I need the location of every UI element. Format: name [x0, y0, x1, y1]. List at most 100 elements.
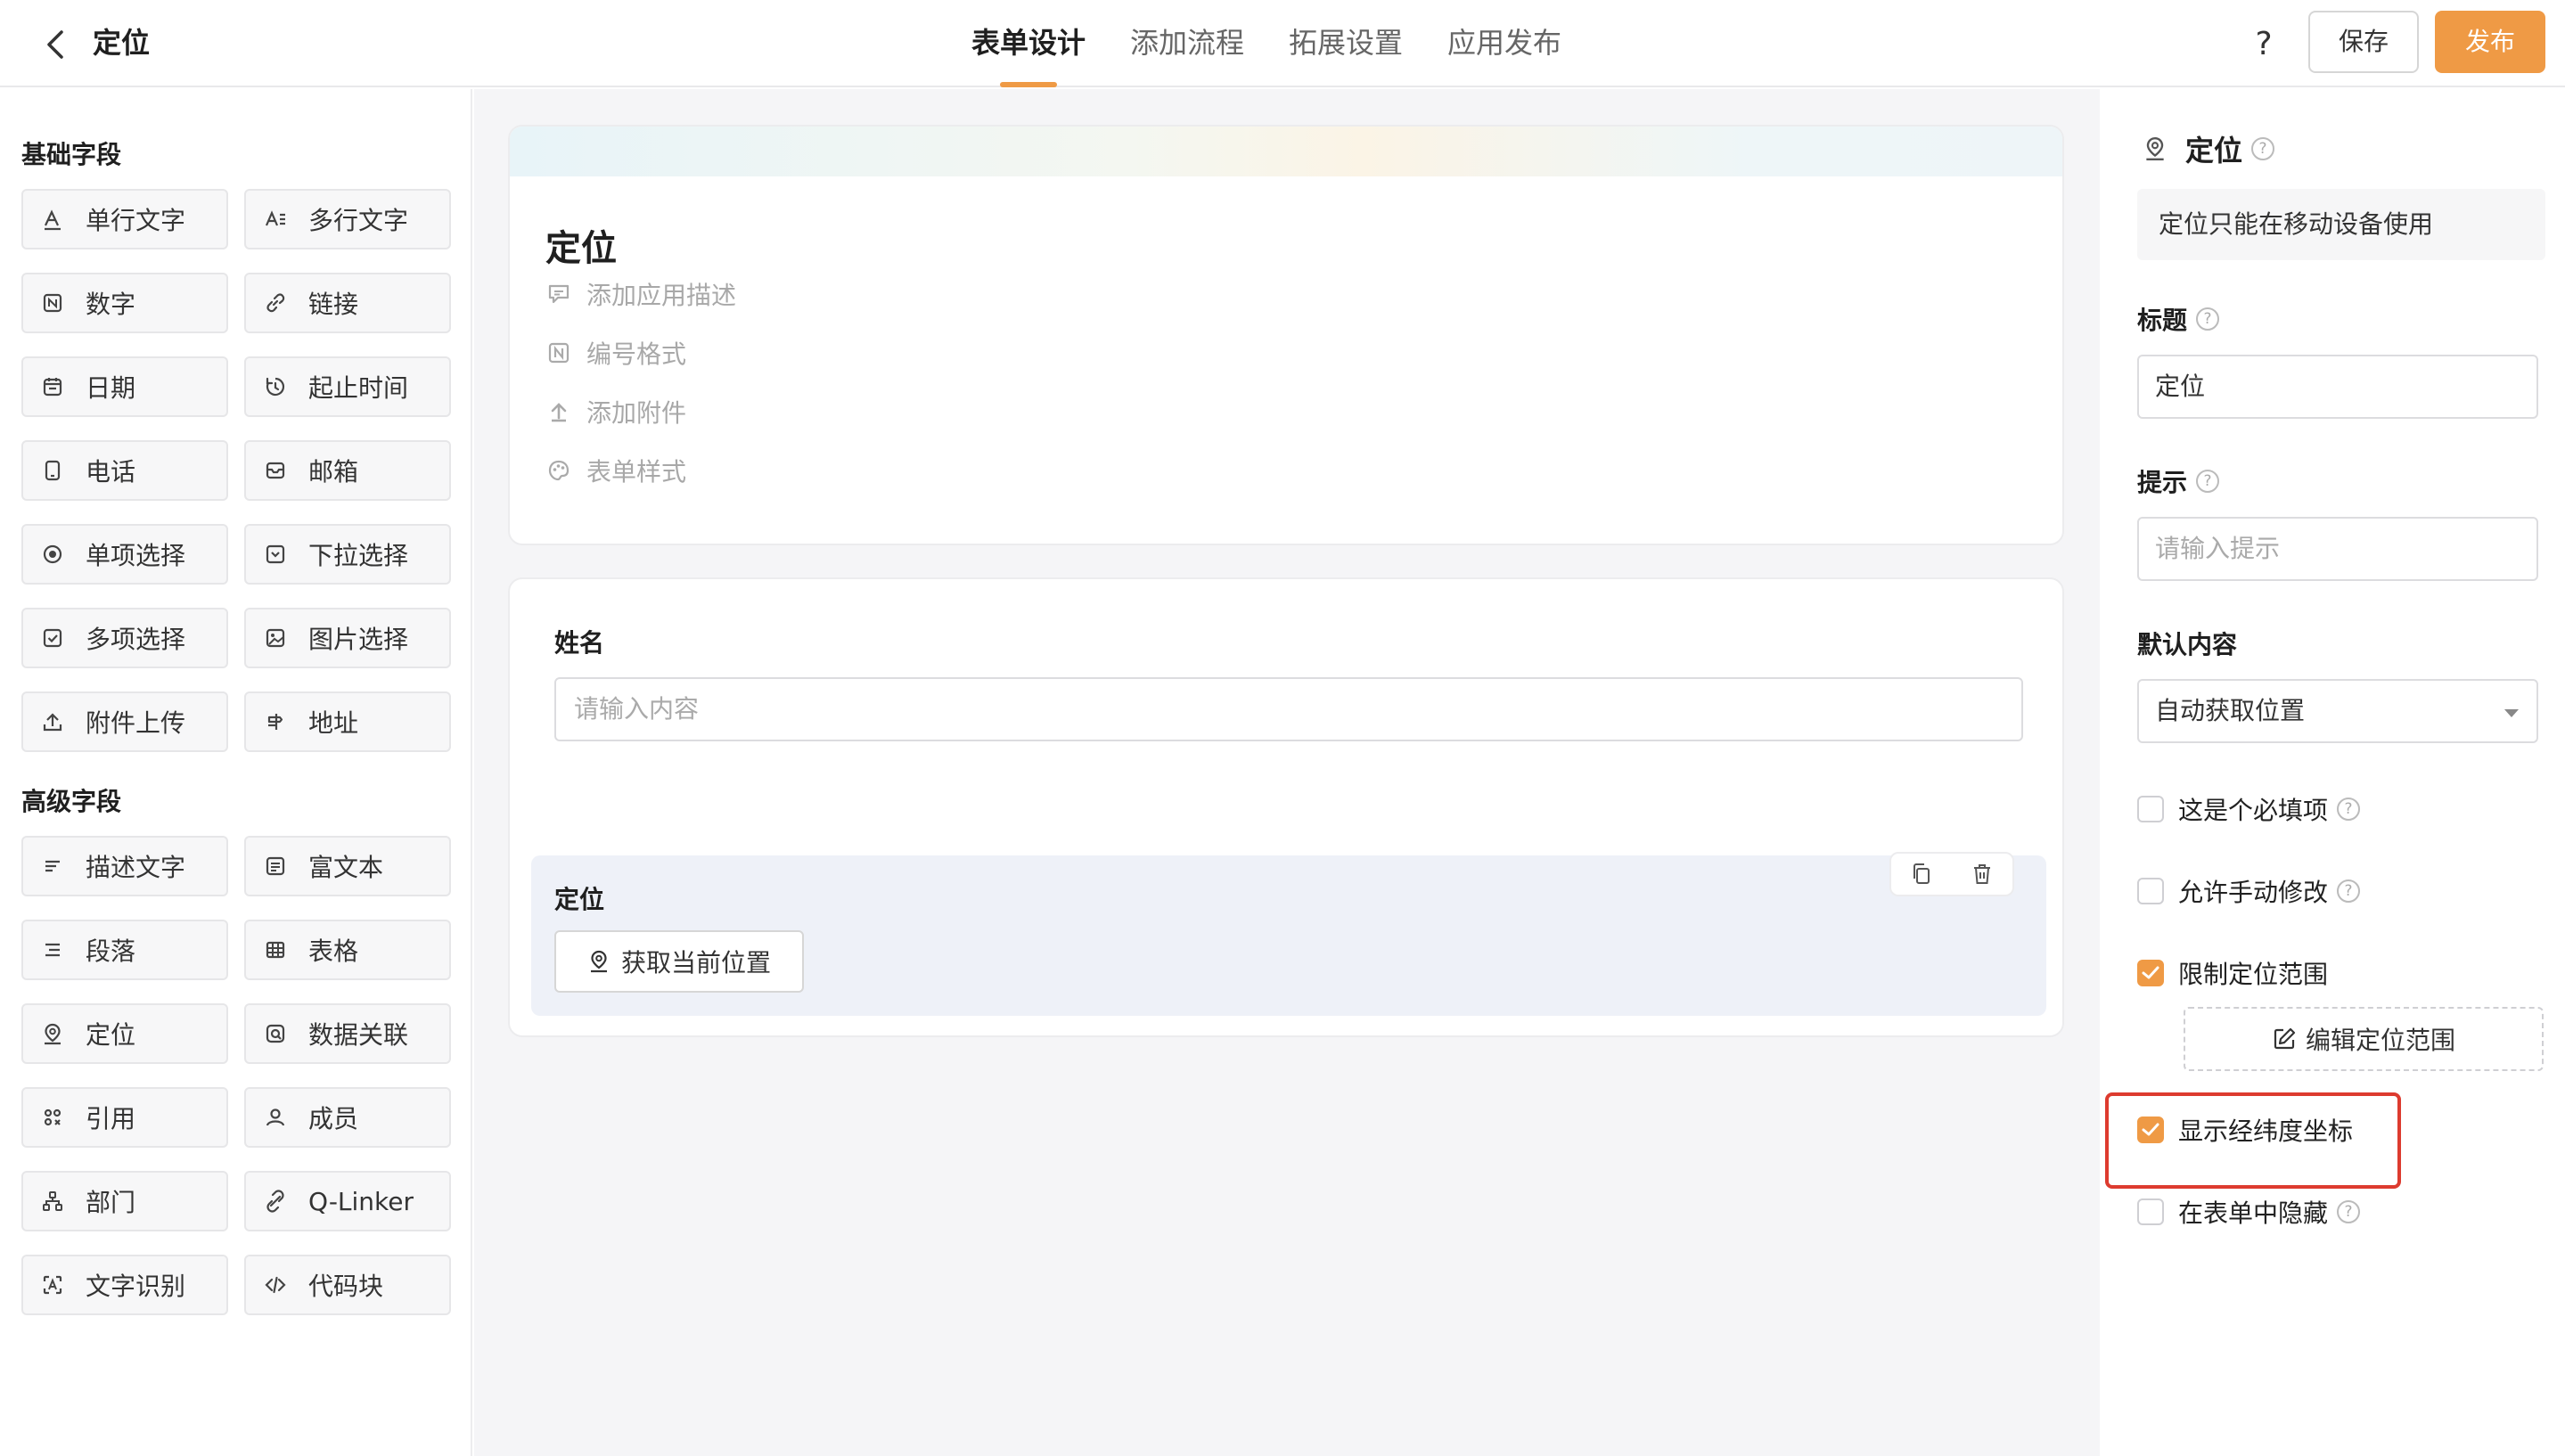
location-pin-icon [590, 950, 607, 973]
field-type-multi-line-text-button[interactable]: 多行文字 [244, 189, 451, 249]
field-type-q-linker-button[interactable]: Q-Linker [244, 1171, 451, 1231]
save-button[interactable]: 保存 [2308, 11, 2419, 73]
default-content-select[interactable]: 自动获取位置 [2137, 679, 2538, 743]
help-circle-icon[interactable]: ? [2196, 307, 2220, 331]
hint-input[interactable]: 请输入提示 [2137, 517, 2538, 581]
name-field-label: 姓名 [554, 628, 605, 658]
tab-form-design[interactable]: 表单设计 [971, 0, 1086, 87]
get-current-location-button[interactable]: 获取当前位置 [554, 930, 804, 993]
allow-manual-edit-checkbox[interactable]: 允许手动修改 ? [2137, 873, 2361, 909]
field-type-label: 多项选择 [86, 625, 186, 654]
mail-icon [262, 457, 289, 484]
field-type-rich-text-button[interactable]: 富文本 [244, 836, 451, 896]
add-attachment-link[interactable]: 添加附件 [545, 394, 686, 429]
help-circle-icon[interactable]: ? [2196, 470, 2220, 493]
field-type-label: 日期 [86, 373, 136, 403]
delete-icon[interactable] [1969, 861, 1995, 888]
field-type-label: 部门 [86, 1188, 136, 1217]
field-type-reference-button[interactable]: 引用 [21, 1087, 228, 1148]
main-tabs: 表单设计 添加流程 拓展设置 应用发布 [971, 0, 1561, 87]
field-type-checkbox-button[interactable]: 多项选择 [21, 608, 228, 668]
field-type-label: 代码块 [308, 1272, 384, 1301]
help-circle-icon[interactable]: ? [2337, 798, 2361, 821]
publish-button[interactable]: 发布 [2435, 11, 2545, 73]
basic-fields-title: 基础字段 [21, 140, 122, 169]
active-tab-indicator [1000, 82, 1057, 87]
tab-add-workflow[interactable]: 添加流程 [1130, 0, 1244, 87]
field-type-member-button[interactable]: 成员 [244, 1087, 451, 1148]
tab-extension-settings[interactable]: 拓展设置 [1289, 0, 1403, 87]
field-type-link-button[interactable]: 链接 [244, 273, 451, 333]
field-type-image-button[interactable]: 图片选择 [244, 608, 451, 668]
required-checkbox[interactable]: 这是个必填项 ? [2137, 791, 2361, 827]
limit-location-range-checkbox[interactable]: 限制定位范围 [2137, 955, 2328, 991]
field-type-radio-button[interactable]: 单项选择 [21, 524, 228, 585]
code-icon [262, 1272, 289, 1298]
number-format-icon [545, 339, 572, 366]
name-field-input[interactable]: 请输入内容 [554, 677, 2023, 741]
time-range-icon [262, 373, 289, 400]
field-type-calendar-button[interactable]: 日期 [21, 356, 228, 417]
field-type-label: 链接 [308, 290, 359, 319]
add-description-link[interactable]: 添加应用描述 [545, 276, 736, 312]
field-type-address-button[interactable]: 地址 [244, 691, 451, 752]
edit-icon [2274, 1027, 2296, 1050]
link-icon [262, 290, 289, 316]
hide-in-form-checkbox[interactable]: 在表单中隐藏 ? [2137, 1194, 2361, 1230]
number-format-link[interactable]: 编号格式 [545, 335, 686, 371]
form-style-link[interactable]: 表单样式 [545, 453, 686, 488]
member-icon [262, 1104, 289, 1131]
form-header-card: 定位 添加应用描述 编号格式 添加附件 表单样式 [508, 125, 2064, 545]
calendar-icon [39, 373, 66, 400]
title-input[interactable]: 定位 [2137, 355, 2538, 419]
field-type-single-line-text-button[interactable]: 单行文字 [21, 189, 228, 249]
field-palette-sidebar: 基础字段 单行文字 多行文字数字 链接日期 起止时间电话 邮箱单项选择 下拉选择多项选择 图… [0, 89, 472, 1456]
field-type-mail-button[interactable]: 邮箱 [244, 440, 451, 501]
field-type-label: 邮箱 [308, 457, 359, 487]
basic-fields-grid: 单行文字 多行文字数字 链接日期 起止时间电话 邮箱单项选择 下拉选择多项选择 图片选择 附件… [21, 189, 451, 752]
help-circle-icon[interactable]: ? [2337, 1200, 2361, 1223]
tab-app-publish[interactable]: 应用发布 [1447, 0, 1561, 87]
field-type-paragraph-button[interactable]: 段落 [21, 920, 228, 980]
field-type-description-button[interactable]: 描述文字 [21, 836, 228, 896]
field-type-label: 富文本 [308, 853, 384, 882]
q-linker-icon [262, 1188, 289, 1215]
field-type-time-range-button[interactable]: 起止时间 [244, 356, 451, 417]
help-icon[interactable]: ? [2241, 21, 2287, 68]
field-type-label: 文字识别 [86, 1272, 186, 1301]
highlight-box [2105, 1092, 2401, 1189]
field-type-ocr-button[interactable]: 文字识别 [21, 1255, 228, 1315]
phone-icon [39, 457, 66, 484]
field-type-department-button[interactable]: 部门 [21, 1171, 228, 1231]
checkbox-icon [39, 625, 66, 651]
checkbox-unchecked-icon [2137, 878, 2164, 904]
data-link-icon [262, 1020, 289, 1047]
help-circle-icon[interactable]: ? [2251, 137, 2275, 160]
field-type-code-button[interactable]: 代码块 [244, 1255, 451, 1315]
location-field-selected[interactable]: 定位 获取当前位置 [531, 852, 2046, 1016]
copy-icon[interactable] [1908, 861, 1935, 888]
field-type-label: 成员 [308, 1104, 359, 1133]
top-header: 定位 表单设计 添加流程 拓展设置 应用发布 ? 保存 发布 [0, 0, 2565, 87]
field-type-phone-button[interactable]: 电话 [21, 440, 228, 501]
field-type-number-button[interactable]: 数字 [21, 273, 228, 333]
form-title[interactable]: 定位 [545, 219, 617, 271]
field-type-data-link-button[interactable]: 数据关联 [244, 1003, 451, 1064]
field-type-label: 电话 [86, 457, 136, 487]
number-icon [39, 290, 66, 316]
rich-text-icon [262, 853, 289, 879]
attachment-upload-icon [545, 398, 572, 425]
multi-line-text-icon [262, 206, 289, 233]
location-icon [39, 1020, 66, 1047]
back-button[interactable] [36, 25, 75, 64]
help-circle-icon[interactable]: ? [2337, 879, 2361, 903]
field-type-upload-button[interactable]: 附件上传 [21, 691, 228, 752]
field-type-location-button[interactable]: 定位 [21, 1003, 228, 1064]
field-type-label: 多行文字 [308, 206, 409, 235]
field-type-label: 单行文字 [86, 206, 186, 235]
paragraph-icon [39, 937, 66, 963]
field-type-table-button[interactable]: 表格 [244, 920, 451, 980]
field-type-dropdown-button[interactable]: 下拉选择 [244, 524, 451, 585]
default-content-label: 默认内容 [2137, 630, 2238, 659]
edit-location-range-button[interactable]: 编辑定位范围 [2184, 1007, 2544, 1071]
